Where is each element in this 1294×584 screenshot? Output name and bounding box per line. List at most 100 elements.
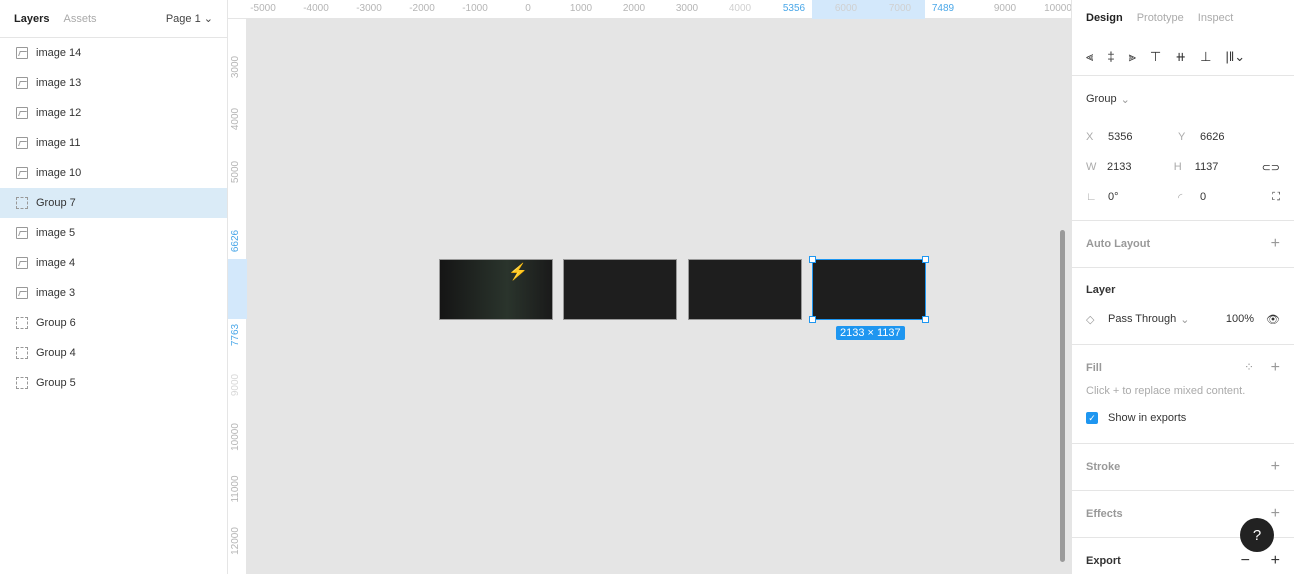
vertical-scrollbar[interactable] bbox=[1060, 230, 1065, 562]
page-label: Page 1 bbox=[165, 13, 201, 25]
layer-item[interactable]: image 12 bbox=[0, 98, 227, 128]
tab-assets[interactable]: Assets bbox=[63, 13, 96, 25]
tab-inspect[interactable]: Inspect bbox=[1198, 12, 1233, 38]
resize-handle[interactable] bbox=[809, 256, 816, 263]
ruler-tick-label: 10000 bbox=[1044, 3, 1072, 14]
selected-frame[interactable] bbox=[812, 259, 926, 320]
layer-name: image 4 bbox=[36, 257, 76, 269]
opacity-field[interactable]: 100% bbox=[1226, 313, 1254, 325]
canvas[interactable]: ⚡ 2133 × 1137 bbox=[247, 19, 1071, 574]
frame-group-icon bbox=[16, 377, 28, 389]
resize-handle[interactable] bbox=[922, 316, 929, 323]
layer-item[interactable]: image 10 bbox=[0, 158, 227, 188]
ruler-tick-label: 2000 bbox=[622, 3, 646, 14]
x-label: X bbox=[1086, 131, 1094, 143]
h-field[interactable]: 1137 bbox=[1195, 161, 1262, 173]
plus-icon[interactable]: + bbox=[1271, 458, 1280, 476]
ruler-tick-label: 7489 bbox=[931, 3, 955, 14]
minus-icon[interactable]: − bbox=[1241, 552, 1250, 570]
layer-name: image 11 bbox=[36, 137, 81, 149]
constrain-proportions-icon[interactable]: ⊂⊃ bbox=[1262, 161, 1280, 174]
ruler-tick-label: 5000 bbox=[230, 160, 241, 184]
ruler-tick-label: 6000 bbox=[834, 3, 858, 14]
ruler-tick-label: 11000 bbox=[230, 475, 241, 503]
tab-design[interactable]: Design bbox=[1086, 12, 1123, 38]
frame-group-icon bbox=[16, 347, 28, 359]
resize-handle[interactable] bbox=[922, 256, 929, 263]
tab-layers[interactable]: Layers bbox=[14, 13, 49, 25]
tab-prototype[interactable]: Prototype bbox=[1137, 12, 1184, 38]
auto-layout-heading: Auto Layout bbox=[1086, 238, 1151, 250]
align-center-h-icon[interactable]: ‡ bbox=[1107, 49, 1114, 64]
ruler-tick-label: -2000 bbox=[409, 3, 435, 14]
layer-name: image 13 bbox=[36, 77, 82, 89]
ruler-tick-label: 5356 bbox=[782, 3, 806, 14]
chevron-down-icon[interactable]: ⌄ bbox=[1121, 93, 1130, 106]
selection-size-badge: 2133 × 1137 bbox=[836, 326, 905, 340]
plus-icon[interactable]: + bbox=[1271, 235, 1280, 253]
corner-radius-icon: ◜ bbox=[1178, 191, 1183, 204]
help-button[interactable]: ? bbox=[1240, 518, 1274, 552]
rotation-field[interactable]: 0° bbox=[1108, 191, 1178, 203]
stroke-heading: Stroke bbox=[1086, 461, 1121, 473]
layer-item[interactable]: Group 6 bbox=[0, 308, 227, 338]
ruler-tick-label: -1000 bbox=[462, 3, 488, 14]
type-label[interactable]: Group bbox=[1086, 93, 1117, 105]
align-top-icon[interactable]: ⊤ bbox=[1150, 49, 1161, 65]
y-field[interactable]: 6626 bbox=[1200, 131, 1270, 143]
layer-name: Group 7 bbox=[36, 197, 76, 209]
layer-name: Group 6 bbox=[36, 317, 76, 329]
resize-handle[interactable] bbox=[809, 316, 816, 323]
align-middle-icon[interactable]: ⧺ bbox=[1175, 49, 1186, 65]
distribute-icon[interactable]: |‖⌄ bbox=[1225, 49, 1245, 65]
fill-hint: Click + to replace mixed content. bbox=[1086, 385, 1246, 397]
align-right-icon[interactable]: ⫸ bbox=[1129, 49, 1136, 65]
style-grid-icon[interactable]: ⁘ bbox=[1244, 360, 1254, 374]
radius-field[interactable]: 0 bbox=[1200, 191, 1270, 203]
independent-corners-icon[interactable]: ⛶ bbox=[1272, 191, 1280, 204]
layer-item[interactable]: image 11 bbox=[0, 128, 227, 158]
w-label: W bbox=[1086, 161, 1097, 173]
rotation-icon: ∟ bbox=[1086, 191, 1097, 203]
ruler-top: -5000 -4000 -3000 -2000 -1000 0 1000 2000 3000 40… bbox=[228, 0, 1072, 19]
bolt-icon: ⚡ bbox=[508, 264, 528, 281]
x-field[interactable]: 5356 bbox=[1108, 131, 1178, 143]
blend-mode-select[interactable]: Pass Through bbox=[1108, 313, 1176, 325]
image-icon bbox=[16, 227, 28, 239]
layer-item[interactable]: Group 7 bbox=[0, 188, 227, 218]
ruler-tick-label: 4000 bbox=[230, 107, 241, 131]
layer-item[interactable]: image 14 bbox=[0, 38, 227, 68]
image-icon bbox=[16, 257, 28, 269]
ruler-tick-label: 10000 bbox=[230, 423, 241, 451]
ruler-tick-label: 12000 bbox=[230, 527, 241, 555]
ruler-tick-label: -5000 bbox=[250, 3, 276, 14]
layer-item[interactable]: Group 4 bbox=[0, 338, 227, 368]
chevron-down-icon[interactable]: ⌄ bbox=[1180, 313, 1189, 326]
image-icon bbox=[16, 167, 28, 179]
plus-icon[interactable]: + bbox=[1271, 359, 1280, 377]
properties-panel: Design Prototype Inspect ⫷ ‡ ⫸ ⊤ ⧺ ⊥ |‖⌄… bbox=[1071, 0, 1294, 574]
image-icon bbox=[16, 137, 28, 149]
frame-thumbnail[interactable] bbox=[688, 259, 802, 320]
layer-item[interactable]: image 3 bbox=[0, 278, 227, 308]
frame-thumbnail[interactable]: ⚡ bbox=[439, 259, 553, 320]
show-in-exports-checkbox[interactable]: ✓ bbox=[1086, 412, 1098, 424]
image-icon bbox=[16, 47, 28, 59]
ruler-tick-label: -3000 bbox=[356, 3, 382, 14]
align-bottom-icon[interactable]: ⊥ bbox=[1200, 49, 1211, 65]
h-label: H bbox=[1173, 161, 1182, 173]
layer-item[interactable]: image 5 bbox=[0, 218, 227, 248]
eye-icon[interactable]: 👁 bbox=[1266, 313, 1280, 326]
frame-thumbnail[interactable] bbox=[563, 259, 677, 320]
page-selector[interactable]: Page 1 ⌄ bbox=[166, 12, 213, 25]
ruler-tick-label: 3000 bbox=[230, 55, 241, 79]
align-left-icon[interactable]: ⫷ bbox=[1086, 49, 1093, 65]
layer-item[interactable]: image 13 bbox=[0, 68, 227, 98]
ruler-tick-label: 9000 bbox=[230, 373, 241, 397]
layer-item[interactable]: image 4 bbox=[0, 248, 227, 278]
ruler-tick-label: 9000 bbox=[993, 3, 1017, 14]
plus-icon[interactable]: + bbox=[1271, 505, 1280, 523]
plus-icon[interactable]: + bbox=[1271, 552, 1280, 570]
w-field[interactable]: 2133 bbox=[1107, 161, 1174, 173]
layer-item[interactable]: Group 5 bbox=[0, 368, 227, 398]
